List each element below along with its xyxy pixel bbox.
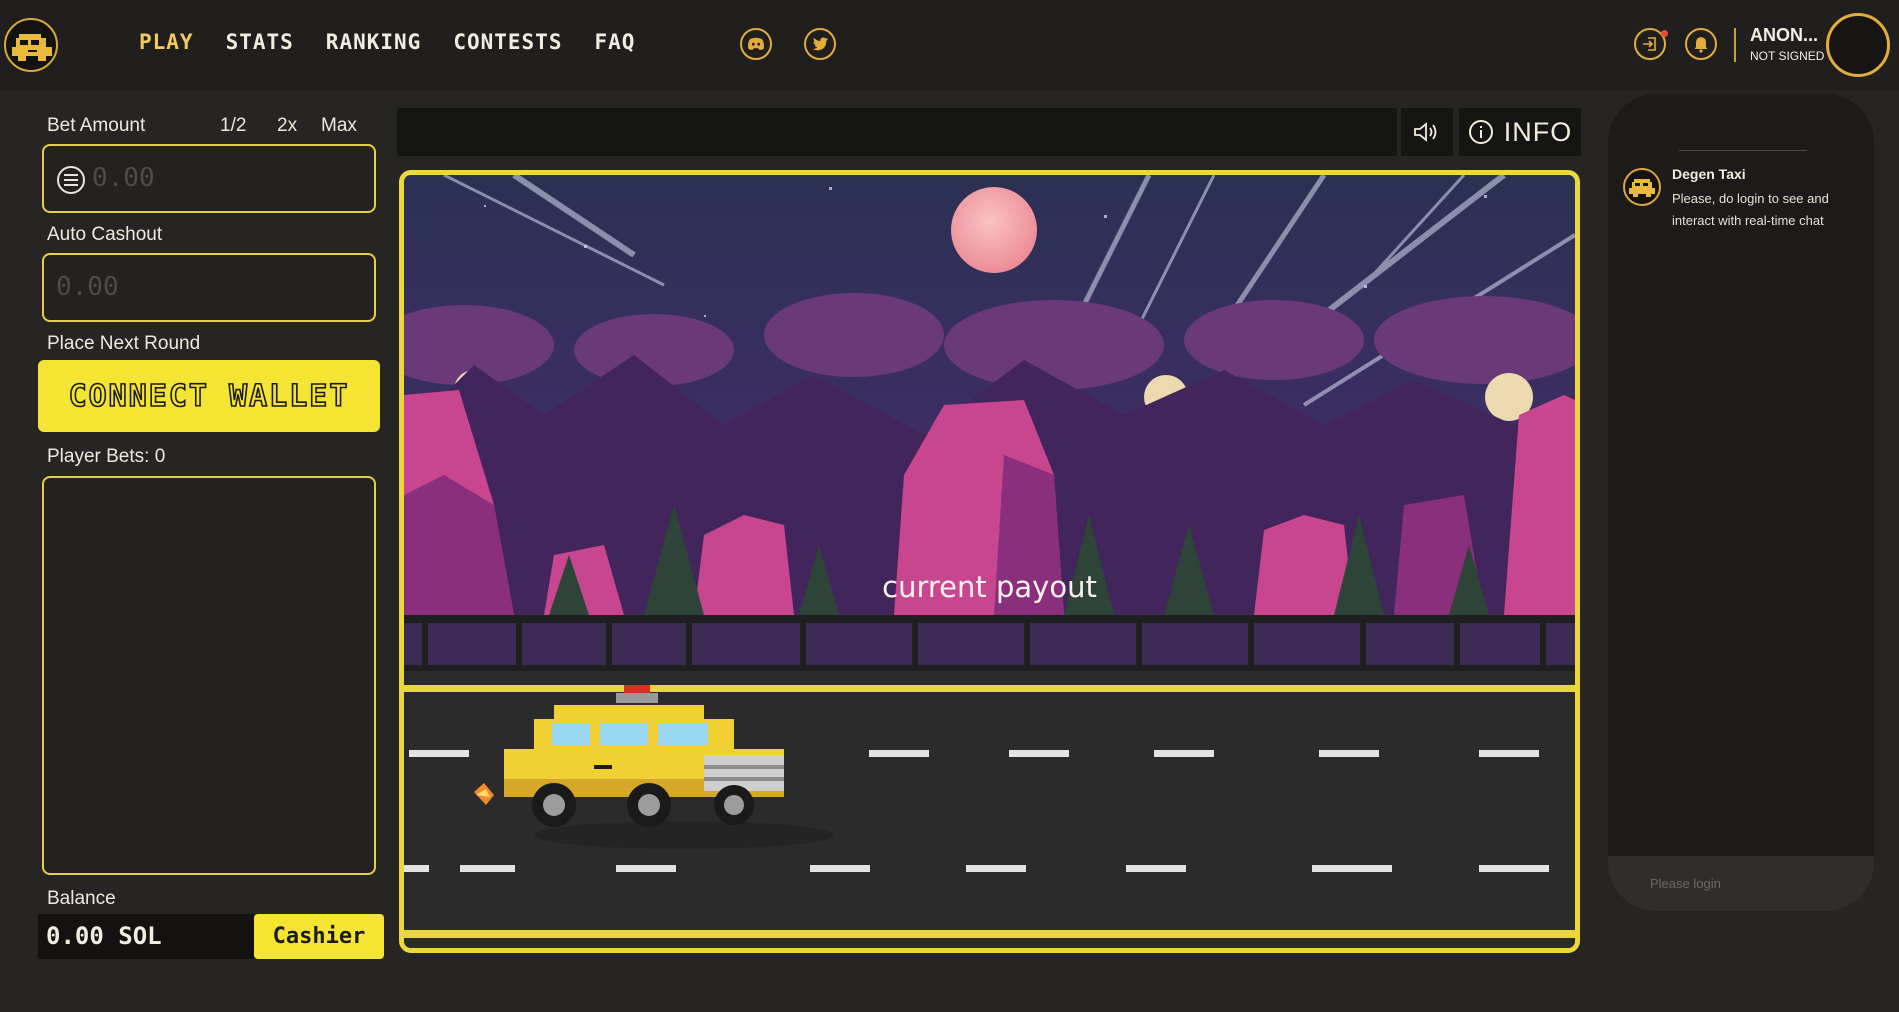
balance-label: Balance — [47, 888, 116, 909]
double-bet-button[interactable]: 2x — [277, 115, 297, 137]
game-canvas[interactable]: current payout — [399, 170, 1580, 953]
nav-contests[interactable]: CONTESTS — [453, 30, 562, 54]
user-name: ANON... — [1750, 25, 1819, 45]
balance-display: 0.00 SOL — [38, 914, 254, 959]
nav-stats[interactable]: STATS — [226, 30, 294, 54]
nav-ranking[interactable]: RANKING — [326, 30, 422, 54]
chat-divider — [1679, 150, 1807, 151]
main-nav: PLAY STATS RANKING CONTESTS FAQ — [139, 30, 667, 54]
discord-icon[interactable] — [740, 28, 772, 60]
user-status: NOT SIGNED — [1750, 49, 1825, 63]
top-bar: PLAY STATS RANKING CONTESTS FAQ ANON... … — [0, 0, 1899, 90]
auto-cashout-value: 0.00 — [56, 272, 119, 302]
solana-icon — [57, 166, 85, 194]
bell-icon[interactable] — [1685, 28, 1717, 60]
info-button[interactable]: INFO — [1459, 108, 1581, 156]
header-divider — [1734, 28, 1736, 62]
login-notification-dot — [1661, 30, 1668, 37]
player-bets-list[interactable] — [42, 476, 376, 875]
current-payout-text: current payout — [882, 570, 1097, 604]
place-next-round-label: Place Next Round — [47, 333, 201, 354]
chat-author-avatar — [1623, 168, 1661, 206]
chat-message-author: Degen Taxi — [1672, 166, 1746, 182]
connect-wallet-label: CONNECT WALLET — [68, 378, 350, 415]
chat-input[interactable]: Please login — [1608, 856, 1874, 911]
connect-wallet-button[interactable]: CONNECT WALLET — [38, 360, 380, 432]
sound-toggle-button[interactable] — [1401, 108, 1453, 156]
balance-value: 0.00 SOL — [46, 922, 162, 950]
cashier-button[interactable]: Cashier — [254, 914, 384, 959]
chat-panel: Degen Taxi Please, do login to see and i… — [1608, 94, 1874, 911]
auto-cashout-label: Auto Cashout — [47, 224, 163, 245]
user-avatar[interactable] — [1826, 13, 1890, 77]
game-scene — [404, 175, 1575, 948]
chat-message-text: Please, do login to see and interact wit… — [1672, 191, 1829, 228]
player-bets-label: Player Bets: 0 — [47, 446, 166, 467]
twitter-icon[interactable] — [804, 28, 836, 60]
bet-amount-input[interactable]: 0.00 — [42, 144, 376, 213]
nav-play[interactable]: PLAY — [139, 30, 194, 54]
chat-input-placeholder: Please login — [1650, 876, 1721, 891]
half-bet-button[interactable]: 1/2 — [220, 115, 246, 137]
bet-amount-value: 0.00 — [92, 163, 155, 193]
max-bet-button[interactable]: Max — [321, 115, 357, 137]
speaker-icon — [1414, 122, 1437, 142]
moon — [951, 187, 1037, 273]
auto-cashout-input[interactable]: 0.00 — [42, 253, 376, 322]
degen-taxi-logo[interactable] — [4, 18, 58, 72]
info-icon — [1468, 120, 1493, 144]
bet-ticker-bar — [397, 108, 1397, 156]
bet-amount-label: Bet Amount — [47, 115, 146, 136]
info-label: INFO — [1503, 116, 1573, 147]
nav-faq[interactable]: FAQ — [594, 30, 635, 54]
